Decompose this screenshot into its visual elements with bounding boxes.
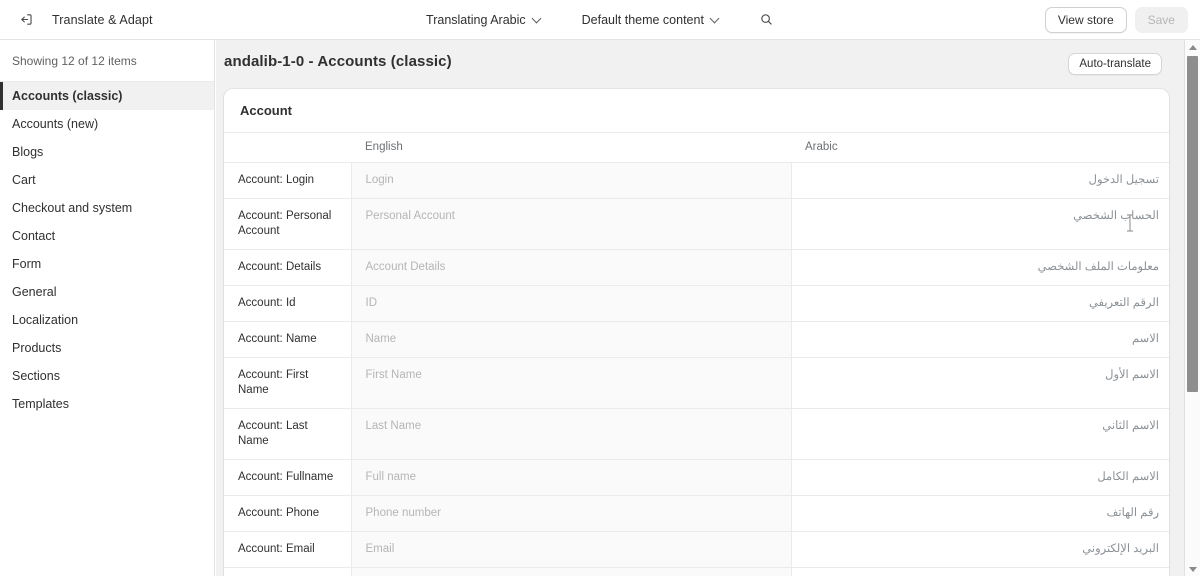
english-source-cell: More Info: [351, 567, 791, 576]
exit-app-glyph: [20, 14, 32, 25]
sidebar-item-blogs[interactable]: Blogs: [0, 138, 214, 166]
resource-key-cell: Account: Email: [224, 531, 352, 568]
page-title: andalib-1-0 - Accounts (classic): [224, 53, 452, 70]
table-row: Account: Name Name الاسم: [224, 321, 1169, 358]
sidebar-item-contact[interactable]: Contact: [0, 222, 214, 250]
column-header-english: English: [351, 132, 791, 163]
arabic-translation-input[interactable]: معلومات الملف الشخصي: [790, 249, 1169, 286]
arabic-translation-input[interactable]: الحساب الشخصي: [790, 198, 1169, 250]
chevron-down-icon: [711, 14, 720, 23]
search-icon[interactable]: [753, 6, 781, 34]
table-row: Account: Login Login تسجيل الدخول: [224, 162, 1169, 199]
sidebar-item-general[interactable]: General: [0, 278, 214, 306]
translation-card: Account English Arabic Account: Login Log…: [224, 89, 1169, 576]
english-source-cell: Personal Account: [351, 198, 791, 250]
table-row: Account: Email Email البريد الإلكتروني: [224, 531, 1169, 568]
arabic-translation-input[interactable]: البريد الإلكتروني: [790, 531, 1169, 568]
english-source-cell: ID: [351, 285, 791, 322]
arabic-translation-input[interactable]: الاسم: [790, 321, 1169, 358]
scroll-up-arrow-icon[interactable]: [1185, 40, 1200, 54]
table-row: Account: Details Account Details معلومات ا…: [224, 249, 1169, 286]
table-row: Account: Phone Phone number رقم الهاتف: [224, 495, 1169, 532]
resource-key-cell: Account: Details: [224, 249, 352, 286]
top-bar-right: View store Save: [781, 6, 1200, 33]
resource-key-cell: Account: Personal Account: [224, 198, 352, 250]
sidebar-item-products[interactable]: Products: [0, 334, 214, 362]
table-header-row: English Arabic: [224, 132, 1169, 163]
items-count-label: Showing 12 of 12 items: [0, 40, 214, 82]
language-dropdown[interactable]: Translating Arabic: [419, 9, 549, 31]
resource-key-cell: Account: Id: [224, 285, 352, 322]
vertical-scrollbar[interactable]: [1184, 40, 1200, 576]
sidebar-item-templates[interactable]: Templates: [0, 390, 214, 418]
sidebar-item-cart[interactable]: Cart: [0, 166, 214, 194]
sidebar-item-accounts-new[interactable]: Accounts (new): [0, 110, 214, 138]
english-source-cell: Name: [351, 321, 791, 358]
exit-app-icon[interactable]: [12, 7, 38, 33]
table-row: Account: Personal Account Personal Accoun…: [224, 198, 1169, 250]
sidebar-item-checkout-and-system[interactable]: Checkout and system: [0, 194, 214, 222]
app-title: Translate & Adapt: [52, 12, 153, 27]
resource-key-cell: Account: More Info: [224, 567, 352, 576]
resource-key-cell: Account: Phone: [224, 495, 352, 532]
sidebar-item-accounts-classic[interactable]: Accounts (classic): [0, 82, 214, 110]
column-header-arabic: Arabic: [791, 132, 1169, 163]
column-header-key: [224, 132, 351, 163]
table-row: Account: Id ID الرقم التعريفي: [224, 285, 1169, 322]
scrollbar-thumb[interactable]: [1187, 56, 1198, 392]
top-bar-center: Translating Arabic Default theme content: [419, 6, 781, 34]
sidebar-item-sections[interactable]: Sections: [0, 362, 214, 390]
auto-translate-button[interactable]: Auto-translate: [1068, 53, 1162, 75]
arabic-translation-input[interactable]: الاسم الأول: [790, 357, 1169, 409]
search-glyph: [761, 14, 773, 25]
translation-table: English Arabic Account: Login Login تسجيل …: [224, 132, 1169, 576]
top-bar: Translate & Adapt Translating Arabic Def…: [0, 0, 1200, 40]
resource-key-cell: Account: Name: [224, 321, 352, 358]
arabic-translation-input[interactable]: معلومات إضافية: [790, 567, 1169, 576]
main-content: andalib-1-0 - Accounts (classic) Auto-tr…: [216, 40, 1184, 576]
table-body: Account: Login Login تسجيل الدخول Account: …: [224, 162, 1169, 576]
card-title: Account: [240, 103, 292, 118]
arabic-translation-input[interactable]: رقم الهاتف: [790, 495, 1169, 532]
table-row: Account: Fullname Full name الاسم الكامل: [224, 459, 1169, 496]
arabic-translation-input[interactable]: الاسم الثاني: [790, 408, 1169, 460]
english-source-cell: Login: [351, 162, 791, 199]
content-scope-dropdown-label: Default theme content: [581, 12, 704, 27]
save-button[interactable]: Save: [1134, 6, 1188, 33]
top-bar-left: Translate & Adapt: [0, 7, 419, 33]
chevron-down-icon: [533, 14, 542, 23]
content-scope-dropdown[interactable]: Default theme content: [575, 9, 727, 31]
arabic-translation-input[interactable]: الاسم الكامل: [790, 459, 1169, 496]
table-head: English Arabic: [224, 132, 1169, 163]
resource-key-cell: Account: First Name: [224, 357, 352, 409]
english-source-cell: Full name: [351, 459, 791, 496]
english-source-cell: Last Name: [351, 408, 791, 460]
sidebar-item-form[interactable]: Form: [0, 250, 214, 278]
view-store-button[interactable]: View store: [1044, 6, 1127, 33]
english-source-cell: First Name: [351, 357, 791, 409]
resource-key-cell: Account: Last Name: [224, 408, 352, 460]
scroll-down-arrow-icon[interactable]: [1185, 562, 1200, 576]
language-dropdown-label: Translating Arabic: [426, 12, 526, 27]
table-row: Account: First Name First Name الاسم الأول: [224, 357, 1169, 409]
arabic-translation-input[interactable]: تسجيل الدخول: [790, 162, 1169, 199]
resource-key-cell: Account: Login: [224, 162, 352, 199]
main-header: andalib-1-0 - Accounts (classic) Auto-tr…: [216, 40, 1184, 83]
english-source-cell: Phone number: [351, 495, 791, 532]
resource-key-cell: Account: Fullname: [224, 459, 352, 496]
table-row: Account: Last Name Last Name الاسم الثاني: [224, 408, 1169, 460]
english-source-cell: Email: [351, 531, 791, 568]
sidebar: Showing 12 of 12 items Accounts (classic…: [0, 40, 215, 576]
sidebar-item-localization[interactable]: Localization: [0, 306, 214, 334]
sidebar-nav-list: Accounts (classic) Accounts (new) Blogs Car…: [0, 82, 214, 418]
arabic-translation-input[interactable]: الرقم التعريفي: [790, 285, 1169, 322]
table-row: Account: More InfoMore Infoمعلومات إضافي…: [224, 567, 1169, 576]
scroll-down-glyph: [1188, 566, 1197, 572]
scroll-up-glyph: [1188, 44, 1197, 50]
english-source-cell: Account Details: [351, 249, 791, 286]
